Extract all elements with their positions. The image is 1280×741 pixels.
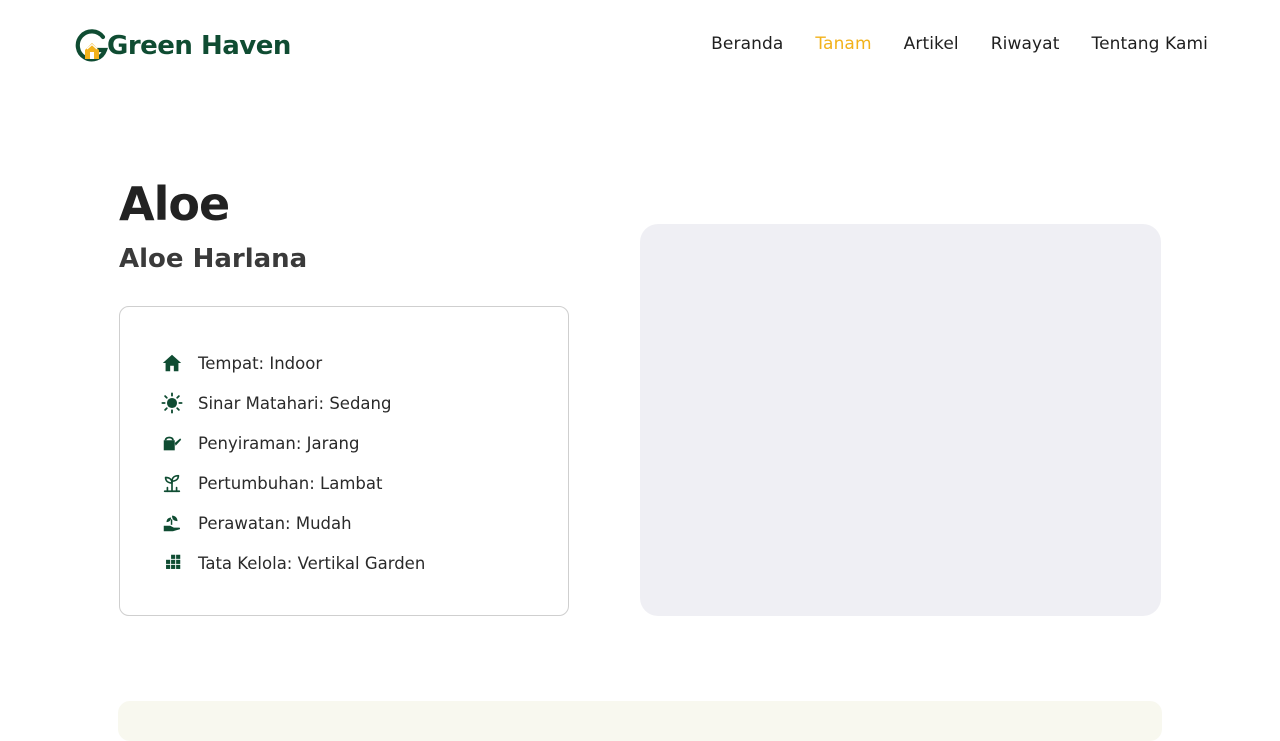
info-text-sinar-matahari: Sinar Matahari: Sedang [198,393,392,413]
main-nav: Beranda Tanam Artikel Riwayat Tentang Ka… [711,34,1208,54]
plant-info-list: Tempat: Indoor Sinar Matahari: Sedang Pe… [160,343,568,583]
info-text-tempat: Tempat: Indoor [198,353,323,373]
plant-latin-name: Aloe Harlana [119,244,308,274]
nav-link-tentang-kami[interactable]: Tentang Kami [1091,34,1208,54]
nav-link-artikel[interactable]: Artikel [904,34,959,54]
nav-link-riwayat[interactable]: Riwayat [991,34,1060,54]
nav-link-beranda[interactable]: Beranda [711,34,783,54]
nav-link-tanam[interactable]: Tanam [815,34,871,54]
info-item-sinar-matahari: Sinar Matahari: Sedang [160,383,568,423]
grid-icon [160,551,184,575]
info-text-perawatan: Perawatan: Mudah [198,513,352,533]
info-item-tata-kelola: Tata Kelola: Vertikal Garden [160,543,568,583]
info-text-pertumbuhan: Pertumbuhan: Lambat [198,473,383,493]
info-item-pertumbuhan: Pertumbuhan: Lambat [160,463,568,503]
brand-name: Green Haven [107,31,291,61]
info-text-penyiraman: Penyiraman: Jarang [198,433,360,453]
info-item-tempat: Tempat: Indoor [160,343,568,383]
info-item-penyiraman: Penyiraman: Jarang [160,423,568,463]
sun-icon [160,391,184,415]
info-text-tata-kelola: Tata Kelola: Vertikal Garden [198,553,426,573]
sprout-icon [160,471,184,495]
house-icon [160,351,184,375]
plant-name: Aloe [119,177,230,231]
plant-info-card: Tempat: Indoor Sinar Matahari: Sedang Pe… [119,306,569,616]
logo-icon [75,28,109,64]
plant-image-placeholder [640,224,1161,616]
watering-can-icon [160,431,184,455]
logo[interactable]: Green Haven [75,28,291,64]
bottom-section [118,701,1162,741]
info-item-perawatan: Perawatan: Mudah [160,503,568,543]
navbar: Green Haven Beranda Tanam Artikel Riwaya… [0,0,1280,94]
hand-plant-icon [160,511,184,535]
